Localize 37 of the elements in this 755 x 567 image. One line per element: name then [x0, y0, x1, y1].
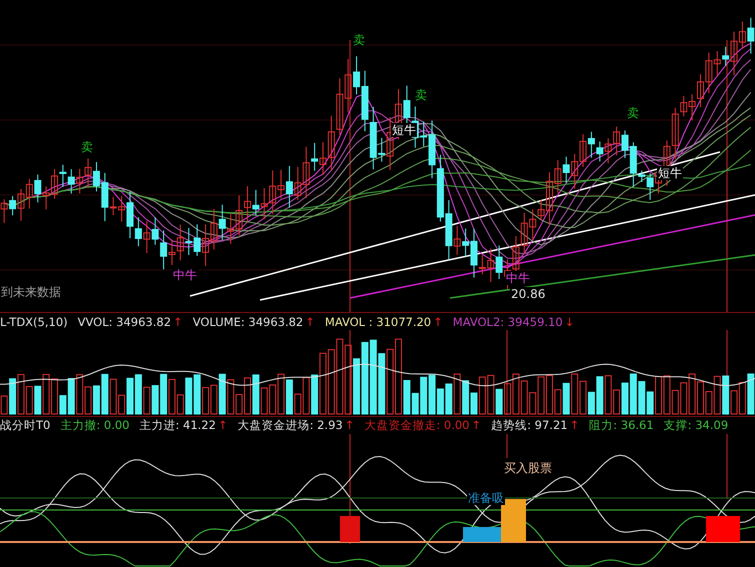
trend-arrow: ↑ — [433, 314, 443, 328]
indicator-value: VVOL: 34963.82 — [78, 314, 172, 328]
indicator-value: 主力进: 41.22 — [139, 418, 216, 433]
indicator-value: 支撑: 34.09 — [664, 418, 728, 433]
signal-bar — [340, 516, 360, 542]
trend-arrow: ↑ — [305, 314, 315, 328]
trend-arrow: ↑ — [173, 314, 183, 328]
signal-label: 中牛 — [505, 271, 531, 285]
signal-label: 卖 — [80, 140, 94, 154]
trend-arrow: ↑ — [472, 418, 482, 433]
signal-label: 准备吸 — [467, 491, 505, 505]
signal-label: 卖 — [352, 33, 366, 47]
signal-label: 卖 — [626, 106, 640, 120]
signal-bar — [706, 516, 740, 542]
signal-label: 短牛 — [391, 123, 417, 137]
trend-arrow: ↑ — [218, 418, 228, 433]
signal-label: 卖 — [414, 88, 428, 102]
indicator-value: MAVOL2: 39459.10 — [452, 314, 563, 328]
trend-arrow: ↓ — [564, 314, 574, 328]
indicator-value: L-TDX(5,10) — [0, 314, 68, 328]
trend-arrow: ↑ — [344, 418, 354, 433]
signal-marker-line — [506, 434, 508, 458]
indicator-value: 趋势线: 97.21 — [491, 418, 568, 433]
signal-label: 20.86 — [510, 287, 546, 301]
indicator-value: MAVOL : 31077.20 — [324, 314, 432, 328]
indicator-value: 阻力: 36.61 — [589, 418, 654, 433]
indicator-value: 战分时T0 — [0, 418, 50, 433]
indicator-value: VOLUME: 34963.82 — [192, 314, 304, 328]
indicator-value: 大盘资金进场: 2.93 — [238, 418, 343, 433]
signal-label: 到未来数据 — [0, 285, 62, 299]
signal-label: 短牛 — [657, 166, 683, 180]
signal-marker-line — [726, 434, 728, 500]
indicator-value: 大盘资金撤走: 0.00 — [364, 418, 470, 433]
trend-arrow: ↑ — [570, 418, 580, 433]
signal-label: 中牛 — [172, 268, 198, 282]
signal-label: 买入股票 — [503, 461, 553, 475]
indicator-value: 主力撤: 0.00 — [60, 418, 130, 433]
